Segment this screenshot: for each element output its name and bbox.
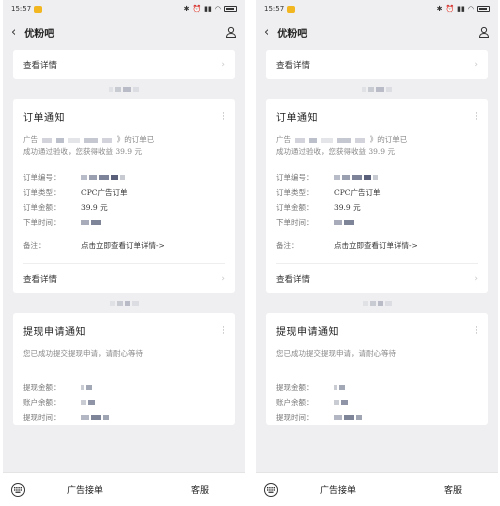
status-icons: ✱ ⏰ ▮▮ ◠	[184, 5, 237, 13]
top-detail-card[interactable]: 查看详情 ›	[13, 50, 235, 79]
notification-message: 您已成功提交提现申请，请耐心等待	[23, 349, 143, 358]
notification-message: 广告 》的订单已 成功通过验收，您获得收益 39.9 元	[276, 135, 408, 156]
field-order-number: 订单编号：	[23, 170, 225, 185]
field-order-time: 下单时间：	[276, 215, 478, 230]
person-icon[interactable]	[225, 26, 237, 38]
field-order-number: 订单编号：	[276, 170, 478, 185]
order-notification-card[interactable]: 订单通知 · · · 广告 》的订单已 成功通过验收，您获得收益 39.9 元 订单…	[13, 99, 235, 293]
field-withdraw-time: 提现时间：	[23, 410, 225, 425]
withdraw-fields: 提现金额： 账户余额： 提现时间：	[276, 380, 478, 425]
detail-link: 查看详情	[23, 60, 58, 71]
page-title: 优粉吧	[24, 28, 55, 40]
field-withdraw-amount: 提现金额：	[23, 380, 225, 395]
field-account-balance: 账户余额：	[23, 395, 225, 410]
bluetooth-icon: ✱	[183, 5, 190, 13]
notification-title: 订单通知	[276, 113, 318, 124]
more-vertical-icon[interactable]: · · ·	[475, 110, 478, 125]
status-bar: 15:57 ✱ ⏰ ▮▮ ◠	[256, 0, 498, 18]
back-arrow-icon[interactable]: ‹	[264, 25, 269, 40]
back-arrow-icon[interactable]: ‹	[11, 25, 16, 40]
keyboard-icon[interactable]	[264, 482, 278, 497]
keyboard-icon[interactable]	[11, 482, 25, 497]
status-time: 15:57	[11, 5, 32, 13]
order-detail-row[interactable]: 查看详情 ›	[23, 264, 225, 293]
status-bar: 15:57 ✱ ⏰ ▮▮ ◠	[3, 0, 245, 18]
detail-link: 查看详情	[276, 60, 311, 71]
tab-ad-orders[interactable]: 广告接单	[320, 483, 356, 496]
withdraw-notification-card[interactable]: 提现申请通知 · · · 您已成功提交提现申请，请耐心等待 提现金额： 账户余额： …	[13, 313, 235, 425]
more-vertical-icon[interactable]: · · ·	[475, 324, 478, 339]
order-fields: 订单编号： 订单类型： CPC广告订单 订单金额： 39.9 元 下单时间：	[23, 170, 225, 230]
tab-customer-service[interactable]: 客服	[444, 483, 462, 496]
status-time: 15:57	[264, 5, 285, 13]
timestamp-chip	[3, 79, 245, 99]
more-vertical-icon[interactable]: · · ·	[222, 110, 225, 125]
timestamp-chip	[3, 293, 245, 313]
timestamp-chip	[256, 79, 498, 99]
timestamp-chip	[256, 293, 498, 313]
withdraw-fields: 提现金额： 账户余额： 提现时间：	[23, 380, 225, 425]
bottom-tab-bar: 广告接单 客服	[3, 472, 245, 506]
title-bar: ‹ 优粉吧	[3, 18, 245, 46]
wifi-icon: ◠	[467, 5, 474, 13]
wifi-icon: ◠	[214, 5, 221, 13]
notification-message: 您已成功提交提现申请，请耐心等待	[276, 349, 396, 358]
chevron-right-icon: ›	[221, 273, 225, 284]
battery-icon	[224, 6, 237, 12]
field-withdraw-amount: 提现金额：	[276, 380, 478, 395]
alarm-icon: ⏰	[192, 5, 202, 13]
chevron-right-icon: ›	[221, 59, 225, 70]
order-notification-card[interactable]: 订单通知 · · · 广告 》的订单已 成功通过验收，您获得收益 39.9 元 订单…	[266, 99, 488, 293]
chevron-right-icon: ›	[474, 59, 478, 70]
tab-ad-orders[interactable]: 广告接单	[67, 483, 103, 496]
top-detail-card[interactable]: 查看详情 ›	[266, 50, 488, 79]
signal-icon: ▮▮	[457, 5, 465, 13]
remark-row[interactable]: 备注： 点击立即查看订单详情->	[276, 240, 478, 263]
tab-customer-service[interactable]: 客服	[191, 483, 209, 496]
notification-title: 提现申请通知	[276, 327, 339, 338]
signal-icon: ▮▮	[204, 5, 212, 13]
order-detail-row[interactable]: 查看详情 ›	[276, 264, 478, 293]
notification-message: 广告 》的订单已 成功通过验收，您获得收益 39.9 元	[23, 135, 155, 156]
comparison-stage: 15:57 ✱ ⏰ ▮▮ ◠ ‹ 优粉吧 查看详情 › 订单通知 · · · 广…	[0, 0, 500, 506]
phone-screen-left: 15:57 ✱ ⏰ ▮▮ ◠ ‹ 优粉吧 查看详情 › 订单通知 · · · 广…	[3, 0, 245, 506]
remark-row[interactable]: 备注： 点击立即查看订单详情->	[23, 240, 225, 263]
more-vertical-icon[interactable]: · · ·	[222, 324, 225, 339]
field-order-time: 下单时间：	[23, 215, 225, 230]
battery-icon	[477, 6, 490, 12]
person-icon[interactable]	[478, 26, 490, 38]
field-order-type: 订单类型： CPC广告订单	[23, 188, 128, 197]
notification-title: 订单通知	[23, 113, 65, 124]
field-order-amount: 订单金额： 39.9 元	[23, 203, 108, 212]
order-fields: 订单编号： 订单类型： CPC广告订单 订单金额： 39.9 元 下单时间：	[276, 170, 478, 230]
status-icons: ✱ ⏰ ▮▮ ◠	[437, 5, 490, 13]
field-order-amount: 订单金额： 39.9 元	[276, 203, 361, 212]
field-account-balance: 账户余额：	[276, 395, 478, 410]
field-withdraw-time: 提现时间：	[276, 410, 478, 425]
page-title: 优粉吧	[277, 28, 308, 40]
bluetooth-icon: ✱	[436, 5, 443, 13]
bottom-tab-bar: 广告接单 客服	[256, 472, 498, 506]
chevron-right-icon: ›	[474, 273, 478, 284]
withdraw-notification-card[interactable]: 提现申请通知 · · · 您已成功提交提现申请，请耐心等待 提现金额： 账户余额： …	[266, 313, 488, 425]
notification-icon	[287, 5, 296, 13]
notification-icon	[34, 5, 43, 13]
field-order-type: 订单类型： CPC广告订单	[276, 188, 381, 197]
phone-screen-right: 15:57 ✱ ⏰ ▮▮ ◠ ‹ 优粉吧 查看详情 › 订单通知 · · · 广…	[256, 0, 498, 506]
notification-title: 提现申请通知	[23, 327, 86, 338]
alarm-icon: ⏰	[445, 5, 455, 13]
title-bar: ‹ 优粉吧	[256, 18, 498, 46]
